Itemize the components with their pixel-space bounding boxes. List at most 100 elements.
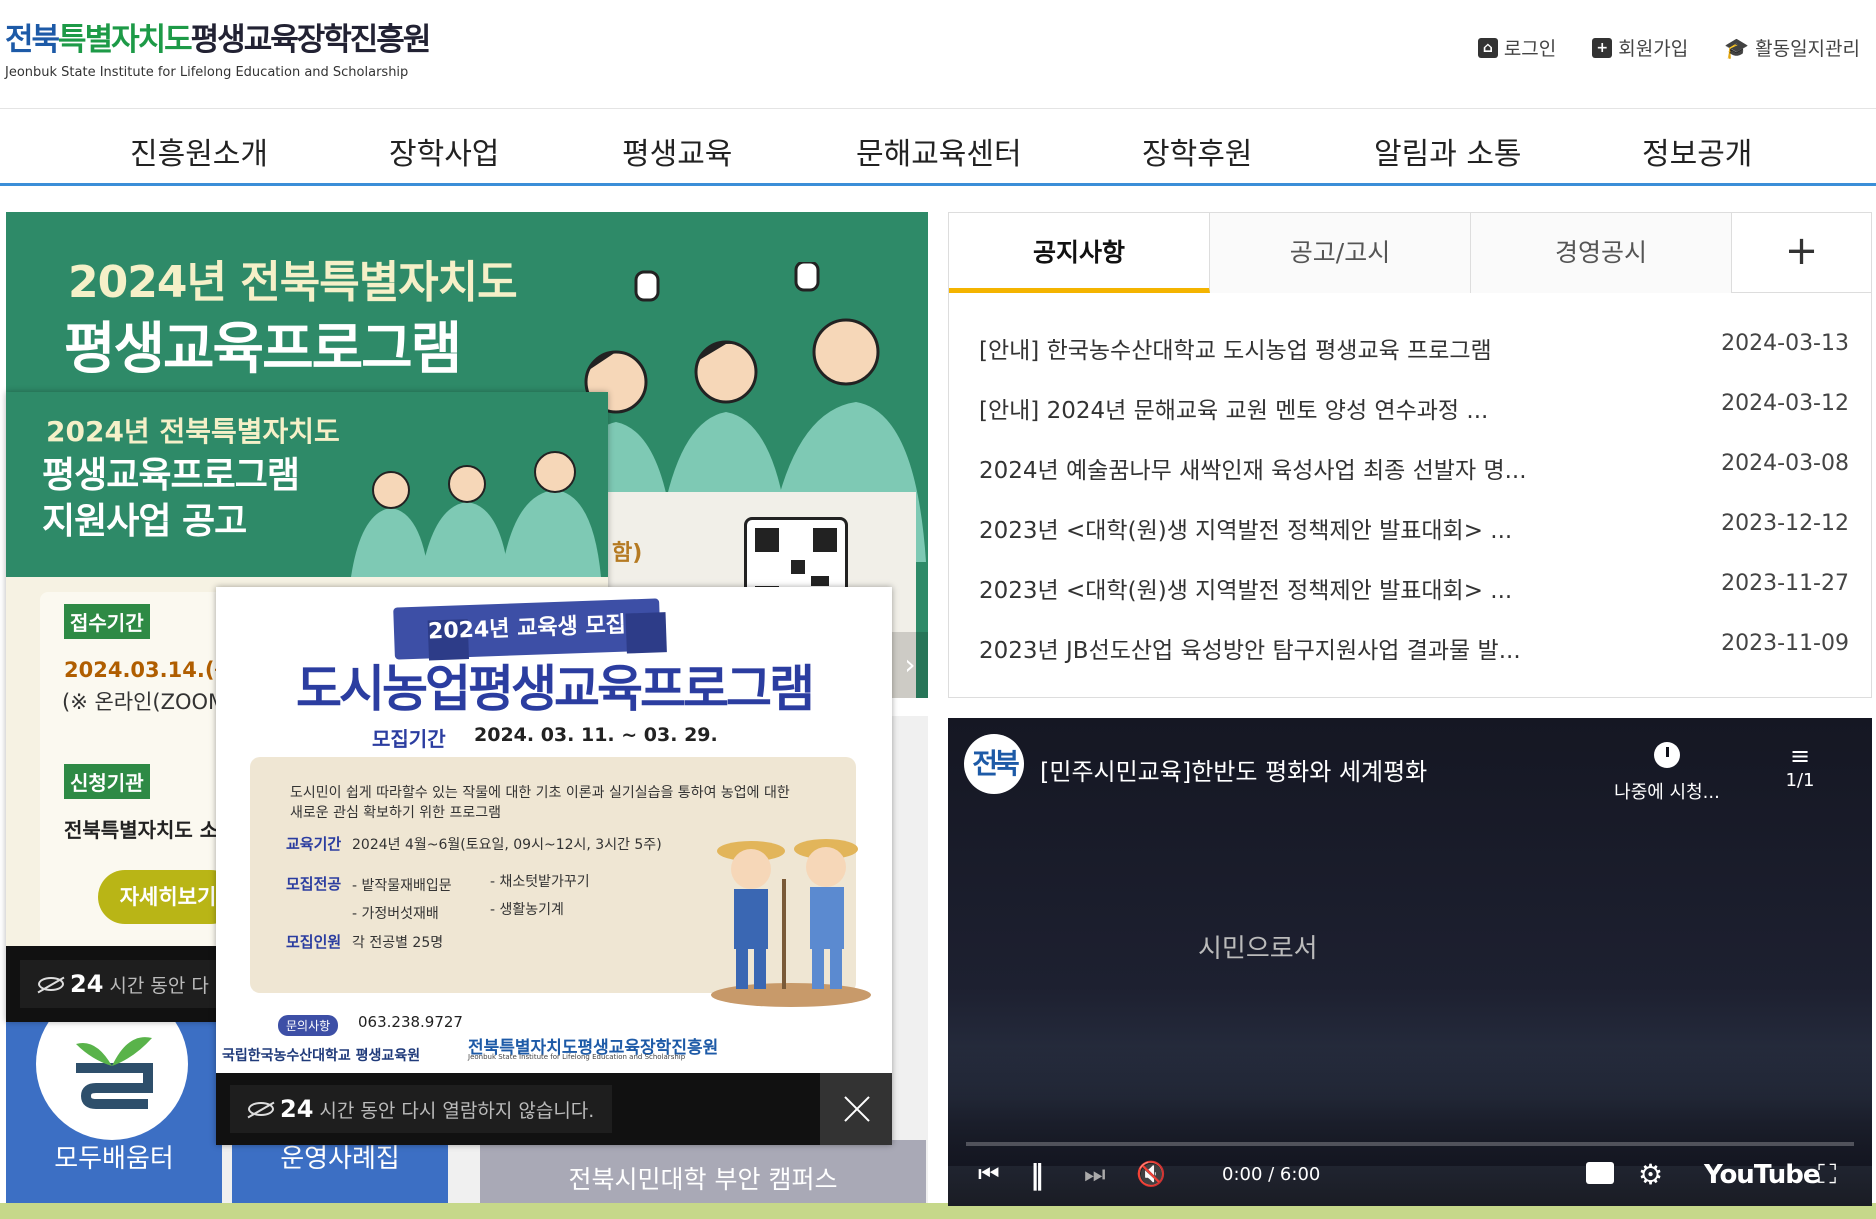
tab-notices[interactable]: 공지사항 [949, 213, 1210, 293]
eye-off-icon [38, 977, 64, 991]
graduation-cap-icon: 🎓 [1724, 35, 1750, 60]
notice-list: [안내] 한국농수산대학교 도시농업 평생교육 프로그램 2024-03-13 [… [979, 331, 1849, 691]
banner-line2: 평생교육프로그램 [64, 317, 462, 382]
notice-title: 2024년 예술꿈나무 새싹인재 육성사업 최종 선발자 명... [979, 458, 1527, 484]
board-more-button[interactable]: + [1732, 213, 1871, 292]
popup2-major-4: - 생활농기계 [490, 902, 564, 918]
nav-literacy-center[interactable]: 문해교육센터 [856, 129, 1022, 173]
popup2-count-value: 각 전공별 25명 [352, 935, 444, 951]
next-icon[interactable]: ⏭ [1084, 1160, 1106, 1188]
notice-title: [안내] 한국농수산대학교 도시농업 평생교육 프로그램 [979, 338, 1492, 364]
nav-lifelong-education[interactable]: 평생교육 [622, 129, 732, 173]
signup-label: 회원가입 [1618, 38, 1689, 60]
site-logo[interactable]: 전북특별자치도평생교육장학진흥원 Jeonbuk State Institute… [5, 14, 431, 80]
tile-buan-campus[interactable]: 전북시민대학 부안 캠퍼스 [480, 1140, 926, 1210]
banner-line1: 2024년 전북특별자치도 [68, 257, 518, 308]
nav-sponsorship[interactable]: 장학후원 [1142, 129, 1252, 173]
popup2-contact-tag: 문의사항 [278, 1015, 339, 1036]
notice-date: 2023-12-12 [1721, 511, 1849, 536]
notice-title: 2023년 JB선도산업 육성방안 탐구지원사업 결과물 발... [979, 638, 1521, 664]
youtube-logo[interactable]: YouTube [1704, 1160, 1820, 1190]
popup1-people-illustration [351, 451, 601, 577]
activity-log-link[interactable]: 🎓 활동일지관리 [1724, 34, 1860, 61]
notice-title: 2023년 <대학(원)생 지역발전 정책제안 발표대회> ... [979, 518, 1513, 544]
video-controls: ⏮ ‖ ⏭ 🔇 0:00 / 6:00 ⚙ YouTube ⛶ [948, 1146, 1872, 1206]
clock-icon [1654, 742, 1680, 768]
popup2-major-3: - 가정버섯재배 [352, 906, 439, 922]
logo-jeonbuk: 전북 [5, 22, 60, 58]
popup2-title: 도시농업평생교육프로그램 [296, 660, 815, 718]
channel-avatar[interactable]: 전북 [964, 734, 1024, 794]
video-time: 0:00 / 6:00 [1222, 1164, 1321, 1185]
login-label: 로그인 [1503, 38, 1557, 60]
pause-icon[interactable]: ‖ [1030, 1158, 1044, 1191]
eye-off-icon [248, 1102, 274, 1116]
popup2-contact: 063.238.9727 [358, 1013, 463, 1031]
notice-item[interactable]: [안내] 2024년 문해교육 교원 멘토 양성 연수과정 ... 2024-03… [979, 391, 1849, 451]
notice-title: 2023년 <대학(원)생 지역발전 정책제안 발표대회> ... [979, 578, 1513, 604]
tab-management-disclosure[interactable]: 경영공시 [1471, 213, 1732, 293]
popup2-edu-label: 교육기간 [286, 835, 342, 853]
plus-box-icon: + [1592, 37, 1613, 58]
video-title[interactable]: [민주시민교육]한반도 평화와 세계평화 [1040, 752, 1427, 787]
popup1-hide-24h-button[interactable]: 24 시간 동안 다 [20, 960, 227, 1008]
notice-item[interactable]: [안내] 한국농수산대학교 도시농업 평생교육 프로그램 2024-03-13 [979, 331, 1849, 391]
popup2-close-button[interactable] [820, 1073, 892, 1145]
subtitles-icon[interactable] [1586, 1162, 1614, 1184]
notice-item[interactable]: 2023년 <대학(원)생 지역발전 정책제안 발표대회> ... 2023-11… [979, 571, 1849, 631]
popup2-period-value: 2024. 03. 11. ~ 03. 29. [474, 724, 718, 746]
video-caption: 시민으로서 [1198, 934, 1318, 964]
tab-announcements[interactable]: 공고/고시 [1210, 213, 1471, 293]
watch-later-button[interactable]: 나중에 시청... [1612, 742, 1722, 804]
popup2-hide-text: 시간 동안 다시 열람하지 않습니다. [319, 1099, 595, 1122]
popup2-period-label: 모집기간 [372, 727, 446, 751]
popup2-hide-24h-button[interactable]: 24 시간 동안 다시 열람하지 않습니다. [230, 1085, 613, 1133]
popup1-org: 전북특별자치도 소 [64, 818, 219, 842]
notice-date: 2024-03-12 [1721, 391, 1849, 416]
popup2-org1: 국립한국농수산대학교 평생교육원 [222, 1048, 421, 1064]
popup2-hide-hours: 24 [280, 1095, 314, 1123]
youtube-player[interactable]: 전북 [민주시민교육]한반도 평화와 세계평화 나중에 시청... ≡ 1/1 … [948, 718, 1872, 1206]
notice-board: 공지사항 공고/고시 경영공시 + [안내] 한국농수산대학교 도시농업 평생교… [948, 212, 1872, 698]
popup2-count-label: 모집인원 [286, 933, 342, 951]
notice-item[interactable]: 2023년 JB선도산업 육성방안 탐구지원사업 결과물 발... 2023-11… [979, 631, 1849, 691]
playlist-count: 1/1 [1785, 770, 1815, 791]
nav-disclosure[interactable]: 정보공개 [1642, 129, 1752, 173]
nav-about[interactable]: 진흥원소개 [130, 129, 268, 173]
notice-date: 2024-03-08 [1721, 451, 1849, 476]
popup1-line3: 지원사업 공고 [42, 501, 247, 542]
signup-link[interactable]: + 회원가입 [1592, 34, 1688, 61]
popup2-major-label: 모집전공 [286, 875, 342, 893]
fullscreen-icon[interactable]: ⛶ [1818, 1160, 1836, 1191]
login-link[interactable]: ⌂ 로그인 [1477, 34, 1557, 61]
playlist-icon: ≡ [1789, 742, 1811, 770]
popup1-note: (※ 온라인(ZOOM [62, 690, 227, 714]
notice-item[interactable]: 2024년 예술꿈나무 새싹인재 육성사업 최종 선발자 명... 2024-03… [979, 451, 1849, 511]
notice-item[interactable]: 2023년 <대학(원)생 지역발전 정책제안 발표대회> ... 2023-12… [979, 511, 1849, 571]
popup1-hide-text: 시간 동안 다 [109, 974, 209, 997]
settings-gear-icon[interactable]: ⚙ [1638, 1158, 1663, 1191]
popup2-intro: 도시민이 쉽게 따라할수 있는 작물에 대한 기초 이론과 실기실습을 통하여 … [290, 785, 790, 821]
popup2-org2-sub: Jeonbuk State Institute for Lifelong Edu… [468, 1053, 686, 1061]
popup1-tag-period: 접수기간 [64, 604, 150, 639]
popup1-tag-institution: 신청기관 [64, 764, 150, 799]
mute-icon[interactable]: 🔇 [1136, 1160, 1166, 1188]
popup2-major-2: - 채소텃밭가꾸기 [490, 874, 590, 890]
board-tabs: 공지사항 공고/고시 경영공시 + [949, 213, 1871, 293]
playlist-button[interactable]: ≡ 1/1 [1778, 742, 1822, 791]
notice-date: 2023-11-27 [1721, 571, 1849, 596]
popup1-line1: 2024년 전북특별자치도 [46, 415, 340, 448]
banner-next-arrow[interactable]: › [892, 632, 928, 698]
activity-log-label: 활동일지관리 [1755, 38, 1860, 60]
previous-icon[interactable]: ⏮ [978, 1160, 1000, 1188]
popup-urban-farming: 2024년 교육생 모집 도시농업평생교육프로그램 모집기간 2024. 03.… [216, 587, 892, 1145]
logo-special: 특별자치도 [58, 22, 193, 58]
utility-menu: ⌂ 로그인 + 회원가입 🎓 활동일지관리 [1477, 34, 1860, 61]
nav-scholarship[interactable]: 장학사업 [389, 129, 499, 173]
lock-icon: ⌂ [1477, 37, 1498, 58]
notice-date: 2023-11-09 [1721, 631, 1849, 656]
popup2-footer: 24 시간 동안 다시 열람하지 않습니다. [216, 1073, 892, 1145]
logo-subtitle: Jeonbuk State Institute for Lifelong Edu… [5, 65, 409, 80]
nav-news[interactable]: 알림과 소통 [1374, 129, 1522, 173]
popup1-line2: 평생교육프로그램 [42, 455, 300, 496]
